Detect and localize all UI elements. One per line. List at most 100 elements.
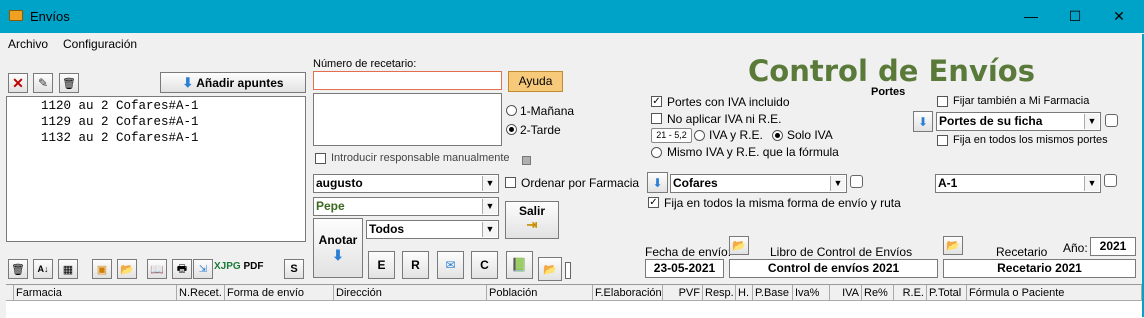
transporte-apply-button[interactable]: ⬇ bbox=[647, 172, 668, 193]
libro-field[interactable]: Control de envíos 2021 bbox=[729, 259, 938, 278]
export-formats[interactable]: XJPG PDF bbox=[214, 261, 263, 272]
delete-button[interactable]: ✕ bbox=[8, 73, 28, 93]
recetario-field[interactable]: Recetario 2021 bbox=[943, 259, 1136, 278]
list-item[interactable]: 1129 au 2 Cofares#A-1 bbox=[41, 115, 199, 129]
col-iva[interactable]: IVA bbox=[830, 285, 862, 301]
s-button[interactable]: S bbox=[284, 259, 304, 279]
col-ptotal[interactable]: P.Total bbox=[927, 285, 967, 301]
recetario-input[interactable] bbox=[313, 71, 502, 90]
col-re[interactable]: R.E. bbox=[894, 285, 927, 301]
anotar-label: Anotar bbox=[318, 233, 358, 247]
no-aplicar-label: No aplicar IVA ni R.E. bbox=[667, 112, 782, 126]
col-formula-paciente[interactable]: Fórmula o Paciente bbox=[967, 285, 1142, 301]
col-direccion[interactable]: Dirección bbox=[334, 285, 487, 301]
month-select[interactable]: augusto ▼ bbox=[313, 174, 499, 193]
chevron-down-icon: ▼ bbox=[482, 199, 497, 214]
export-button[interactable]: ⇲ bbox=[193, 259, 213, 279]
excel-icon[interactable]: X bbox=[214, 261, 221, 272]
transporte-select[interactable]: Cofares ▼ bbox=[670, 174, 847, 193]
fecha-folder-button[interactable]: 📂 bbox=[729, 236, 749, 255]
tax-rate-tag[interactable]: 21 - 5,2 bbox=[651, 128, 692, 143]
col-forma-envio[interactable]: Forma de envío bbox=[225, 285, 334, 301]
row-selector-header bbox=[6, 285, 14, 301]
maximize-button[interactable]: ☐ bbox=[1052, 0, 1098, 33]
pdf-icon[interactable]: PDF bbox=[243, 261, 263, 272]
person-select[interactable]: Pepe ▼ bbox=[313, 197, 499, 216]
envios-table[interactable]: Farmacia N.Recet. Forma de envío Direcci… bbox=[6, 284, 1142, 318]
col-farmacia[interactable]: Farmacia bbox=[14, 285, 177, 301]
book-button[interactable]: 📖 bbox=[147, 259, 167, 279]
menu-bar: Archivo Configuración bbox=[0, 34, 1144, 54]
introducir-label: Introducir responsable manualmente bbox=[331, 152, 510, 164]
ayuda-button[interactable]: Ayuda bbox=[508, 71, 563, 92]
col-nrecet[interactable]: N.Recet. bbox=[177, 285, 225, 301]
list-item[interactable]: 1132 au 2 Cofares#A-1 bbox=[41, 131, 199, 145]
anotar-button[interactable]: Anotar ⬇ bbox=[313, 218, 363, 278]
chevron-down-icon: ▼ bbox=[1084, 176, 1099, 191]
trash-button[interactable]: 🗑 bbox=[59, 73, 79, 93]
recetario-folder-button[interactable]: 📂 bbox=[943, 236, 963, 255]
col-h[interactable]: H. bbox=[736, 285, 753, 301]
fecha-field[interactable]: 23-05-2021 bbox=[645, 259, 724, 278]
print-button[interactable]: 🖶 bbox=[172, 259, 192, 279]
portes-option-toggle[interactable] bbox=[1105, 114, 1118, 127]
transporte-option-toggle[interactable] bbox=[850, 175, 863, 188]
fija-mismos-portes-checkbox[interactable] bbox=[937, 135, 948, 146]
no-aplicar-checkbox[interactable] bbox=[651, 113, 662, 124]
portes-iva-checkbox[interactable]: ✓ bbox=[651, 96, 662, 107]
blue-down-arrow-icon: ⬇ bbox=[652, 175, 663, 190]
jpg-icon[interactable]: JPG bbox=[221, 261, 241, 272]
iva-re-radio[interactable] bbox=[694, 130, 705, 141]
col-re-pct[interactable]: Re% bbox=[862, 285, 894, 301]
add-entries-button[interactable]: ⬇ Añadir apuntes bbox=[160, 72, 306, 93]
mismo-iva-radio[interactable] bbox=[651, 147, 662, 158]
col-felaboracion[interactable]: F.Elaboración bbox=[593, 285, 663, 301]
edit-button[interactable]: ✎ bbox=[33, 73, 53, 93]
tarde-label: 2-Tarde bbox=[520, 123, 561, 137]
introducir-checkbox[interactable] bbox=[315, 153, 326, 164]
ruta-value: A-1 bbox=[938, 176, 958, 190]
col-pvf[interactable]: PVF bbox=[663, 285, 703, 301]
minimize-button[interactable]: — bbox=[1008, 0, 1054, 33]
anio-field[interactable]: 2021 bbox=[1090, 237, 1136, 256]
portes-label: Portes bbox=[871, 86, 906, 98]
portes-apply-button[interactable]: ⬇ bbox=[913, 111, 933, 132]
fija-forma-envio-checkbox[interactable]: ✓ bbox=[648, 197, 659, 208]
fijar-mi-farmacia-checkbox[interactable] bbox=[937, 96, 948, 107]
ordenar-checkbox[interactable] bbox=[505, 177, 516, 188]
send-button[interactable]: ✉ bbox=[437, 251, 464, 279]
solo-iva-radio[interactable] bbox=[772, 130, 783, 141]
list-item[interactable]: 1120 au 2 Cofares#A-1 bbox=[41, 99, 199, 113]
col-poblacion[interactable]: Población bbox=[487, 285, 593, 301]
month-value: augusto bbox=[316, 176, 363, 190]
open-folder-button[interactable]: 📂 bbox=[117, 259, 137, 279]
col-pbase[interactable]: P.Base bbox=[753, 285, 793, 301]
c-button[interactable]: C bbox=[471, 251, 498, 279]
manana-radio[interactable] bbox=[506, 105, 517, 116]
libro-label: Libro de Control de Envíos bbox=[770, 245, 913, 259]
grid-button[interactable]: ▦ bbox=[58, 259, 78, 279]
menu-configuracion[interactable]: Configuración bbox=[63, 37, 137, 51]
tarde-radio[interactable] bbox=[506, 124, 517, 135]
save-button[interactable]: ▣ bbox=[92, 259, 112, 279]
close-window-button[interactable]: ✕ bbox=[1096, 0, 1142, 33]
recetario-notes[interactable] bbox=[313, 93, 502, 146]
menu-archivo[interactable]: Archivo bbox=[8, 37, 48, 51]
folder-icon: 📂 bbox=[543, 263, 557, 276]
ruta-option-toggle[interactable] bbox=[1104, 174, 1117, 187]
green-folder-button[interactable]: 📂 bbox=[538, 257, 562, 281]
folder-icon: 📂 bbox=[120, 263, 134, 276]
salir-button[interactable]: Salir ⇥ bbox=[505, 201, 559, 239]
ruta-select[interactable]: A-1 ▼ bbox=[935, 174, 1101, 193]
e-button[interactable]: E bbox=[368, 251, 395, 279]
green-book-button[interactable]: 📗 bbox=[506, 251, 533, 279]
portes-select[interactable]: Portes de su ficha ▼ bbox=[936, 112, 1101, 131]
col-resp[interactable]: Resp. bbox=[703, 285, 736, 301]
col-iva-pct[interactable]: Iva% bbox=[793, 285, 830, 301]
save-icon: ▣ bbox=[96, 263, 108, 276]
sort-button[interactable]: A↓ bbox=[33, 259, 53, 279]
trash-button-2[interactable]: 🗑 bbox=[8, 259, 28, 279]
entries-list[interactable]: 1120 au 2 Cofares#A-1 1129 au 2 Cofares#… bbox=[6, 96, 306, 242]
r-button[interactable]: R bbox=[402, 251, 429, 279]
todos-select[interactable]: Todos ▼ bbox=[366, 220, 499, 239]
